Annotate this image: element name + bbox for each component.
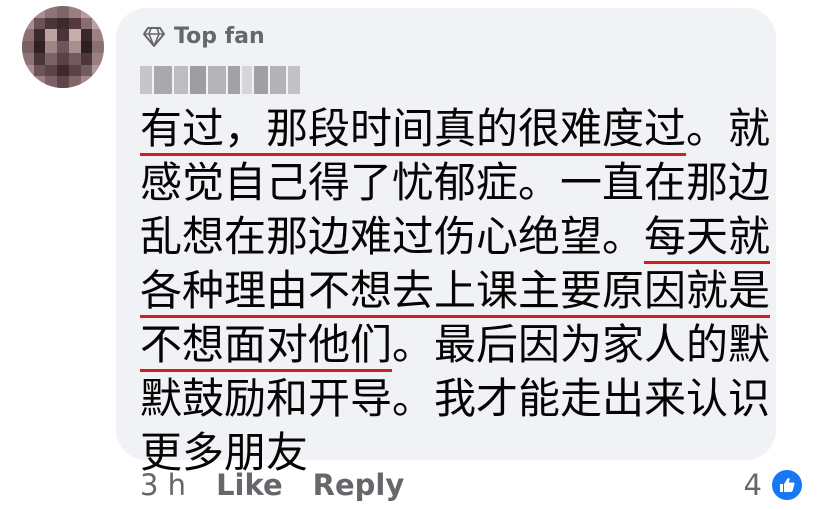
thumbs-up-icon <box>770 468 804 502</box>
author-name-blurred[interactable] <box>140 66 300 94</box>
comment-segment: 默鼓励和开导。我才能走出来认识 <box>140 374 771 423</box>
comment-line: 乱想在那边难过伤心绝望。每天就 <box>140 210 771 264</box>
reactions-summary[interactable]: 4 <box>744 468 804 502</box>
reaction-count: 4 <box>743 468 762 502</box>
diamond-icon <box>142 26 166 48</box>
reply-button[interactable]: Reply <box>313 468 405 502</box>
highlighted-text: 每天就 <box>644 212 771 264</box>
badge-label: Top fan <box>174 24 265 49</box>
comment-line: 不想面对他们。最后因为家人的默 <box>140 318 770 372</box>
like-button[interactable]: Like <box>216 468 283 502</box>
highlighted-text: 有过，那段时间真的很难度过 <box>140 104 687 156</box>
comment-actions: 3 h Like Reply <box>140 468 404 502</box>
comment-line: 各种理由不想去上课主要原因就是 <box>140 264 771 318</box>
avatar-pixelated-image <box>22 6 104 88</box>
timestamp-link[interactable]: 3 h <box>140 468 186 502</box>
comment-line: 感觉自己得了忧郁症。一直在那边 <box>140 156 770 210</box>
highlighted-text: 不想面对他们 <box>140 320 393 372</box>
highlighted-text: 各种理由不想去上课主要原因就是 <box>140 266 771 318</box>
comment-line: 默鼓励和开导。我才能走出来认识 <box>140 372 770 426</box>
avatar[interactable] <box>22 6 104 88</box>
comment-text: 有过，那段时间真的很难度过。就 感觉自己得了忧郁症。一直在那边 乱想在那边难过伤… <box>140 102 771 480</box>
comment-segment: 。最后因为家人的默 <box>392 320 771 369</box>
top-fan-badge[interactable]: Top fan <box>142 24 265 49</box>
comment-segment: 感觉自己得了忧郁症。一直在那边 <box>140 158 771 207</box>
comment-segment: 乱想在那边难过伤心绝望。 <box>140 212 645 261</box>
comment-line: 有过，那段时间真的很难度过。就 <box>140 102 770 156</box>
comment-segment: 。就 <box>686 104 771 153</box>
